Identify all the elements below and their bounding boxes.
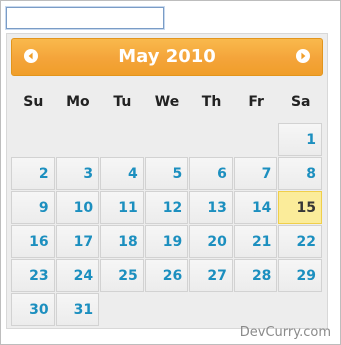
weekday-label: We <box>154 94 180 110</box>
weekday-label: Tu <box>113 94 132 110</box>
empty-day-cell <box>100 123 144 156</box>
day-cell[interactable]: 17 <box>55 225 100 258</box>
chevron-right-icon <box>301 52 306 60</box>
empty-day-cell <box>56 123 100 156</box>
day-cell[interactable]: 29 <box>278 259 322 292</box>
next-month-button[interactable] <box>296 49 310 63</box>
weekday-label: Fr <box>248 94 264 110</box>
weekday-label: Su <box>23 94 44 110</box>
day-cell[interactable]: 22 <box>278 225 322 258</box>
day-cell[interactable]: 28 <box>233 259 278 292</box>
day-cell[interactable]: 9 <box>11 191 55 224</box>
day-cell[interactable]: 12 <box>144 191 189 224</box>
day-cell[interactable]: 3 <box>55 157 100 190</box>
date-input[interactable] <box>6 7 164 29</box>
day-cell[interactable]: 26 <box>144 259 189 292</box>
day-cell[interactable]: 1 <box>278 123 322 156</box>
weekday-label: Mo <box>66 94 90 110</box>
day-cell[interactable]: 11 <box>100 191 144 224</box>
month-year-title: May 2010 <box>118 46 216 67</box>
day-cell[interactable]: 7 <box>233 157 278 190</box>
day-cell[interactable]: 31 <box>55 293 100 326</box>
empty-day-cell <box>234 123 278 156</box>
day-cell[interactable]: 14 <box>233 191 278 224</box>
weekday-header-row: Su Mo Tu We Th Fr Sa <box>11 90 323 114</box>
empty-day-cell <box>189 123 233 156</box>
watermark: DevCurry.com <box>239 325 331 340</box>
calendar-day-grid: 1 2 3 4 5 6 7 8 9 10 11 12 13 14 15 16 17 18 19 20 21 22 23 24 2… <box>11 123 323 327</box>
day-cell-today[interactable]: 15 <box>278 191 322 224</box>
day-cell[interactable]: 16 <box>11 225 55 258</box>
day-cell[interactable]: 24 <box>55 259 100 292</box>
day-cell[interactable]: 2 <box>11 157 55 190</box>
day-cell[interactable]: 4 <box>100 157 144 190</box>
day-cell[interactable]: 19 <box>144 225 189 258</box>
day-cell[interactable]: 25 <box>100 259 144 292</box>
calendar-header: May 2010 <box>11 38 323 76</box>
day-cell[interactable]: 18 <box>100 225 144 258</box>
day-cell[interactable]: 8 <box>278 157 322 190</box>
day-cell[interactable]: 5 <box>144 157 189 190</box>
empty-day-cell <box>145 123 189 156</box>
datepicker-calendar: May 2010 Su Mo Tu We Th Fr Sa 1234567891… <box>6 33 328 329</box>
weekday-label: Sa <box>290 94 311 110</box>
empty-day-cell <box>11 123 55 156</box>
day-cell[interactable]: 13 <box>189 191 233 224</box>
day-cell[interactable]: 10 <box>55 191 100 224</box>
day-cell[interactable]: 21 <box>233 225 278 258</box>
weekday-label: Th <box>201 94 222 110</box>
day-cell[interactable]: 27 <box>189 259 233 292</box>
page: May 2010 Su Mo Tu We Th Fr Sa 1234567891… <box>0 0 341 345</box>
day-cell[interactable]: 23 <box>11 259 55 292</box>
day-cell[interactable]: 30 <box>11 293 55 326</box>
day-cell[interactable]: 6 <box>189 157 233 190</box>
day-cell[interactable]: 20 <box>189 225 233 258</box>
